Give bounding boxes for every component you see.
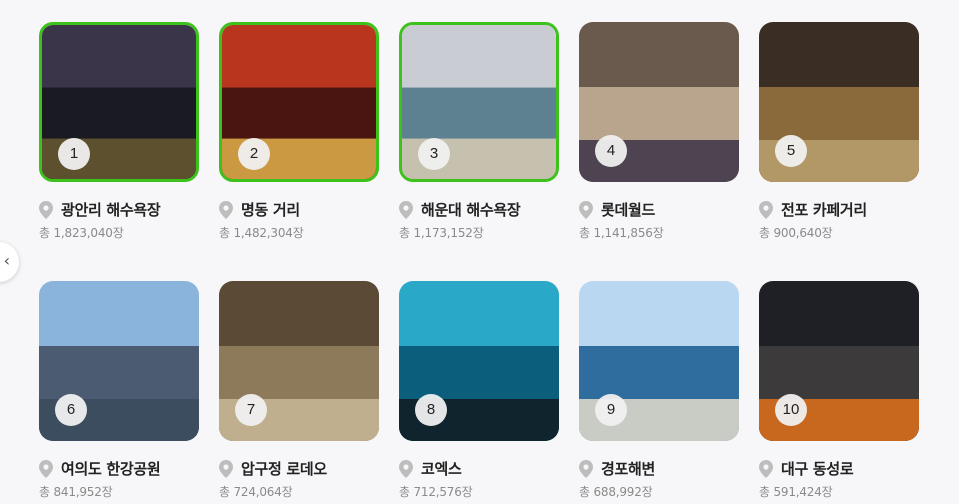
chevron-left-icon: ‹ bbox=[3, 251, 10, 270]
place-thumbnail[interactable]: 4 bbox=[579, 22, 739, 182]
photo-count: 총 1,141,856장 bbox=[579, 226, 664, 240]
place-thumbnail[interactable]: 5 bbox=[759, 22, 919, 182]
rank-badge: 7 bbox=[235, 394, 267, 426]
place-title-row[interactable]: 경포해변 bbox=[579, 458, 655, 479]
place-thumbnail[interactable]: 8 bbox=[399, 281, 559, 441]
rank-badge: 3 bbox=[418, 138, 450, 170]
location-pin-icon bbox=[39, 459, 53, 478]
place-name: 명동 거리 bbox=[241, 201, 300, 219]
place-name: 롯데월드 bbox=[601, 201, 656, 219]
place-name: 전포 카페거리 bbox=[781, 201, 867, 219]
location-pin-icon bbox=[579, 459, 593, 478]
place-title-row[interactable]: 코엑스 bbox=[399, 458, 462, 479]
place-thumbnail[interactable]: 7 bbox=[219, 281, 379, 441]
photo-count: 총 591,424장 bbox=[759, 485, 833, 499]
place-thumbnail[interactable]: 2 bbox=[219, 22, 379, 182]
location-pin-icon bbox=[759, 459, 773, 478]
location-pin-icon bbox=[399, 459, 413, 478]
photo-count: 총 688,992장 bbox=[579, 485, 653, 499]
place-title-row[interactable]: 여의도 한강공원 bbox=[39, 458, 161, 479]
photo-count: 총 1,173,152장 bbox=[399, 226, 484, 240]
photo-count: 총 712,576장 bbox=[399, 485, 473, 499]
place-thumbnail[interactable]: 10 bbox=[759, 281, 919, 441]
rank-badge: 5 bbox=[775, 135, 807, 167]
place-thumbnail[interactable]: 1 bbox=[39, 22, 199, 182]
place-title-row[interactable]: 전포 카페거리 bbox=[759, 199, 867, 220]
place-title-row[interactable]: 롯데월드 bbox=[579, 199, 655, 220]
rank-badge: 10 bbox=[775, 394, 807, 426]
rank-badge: 6 bbox=[55, 394, 87, 426]
location-pin-icon bbox=[399, 200, 413, 219]
place-title-row[interactable]: 압구정 로데오 bbox=[219, 458, 327, 479]
rank-badge: 4 bbox=[595, 135, 627, 167]
rank-badge: 2 bbox=[238, 138, 270, 170]
rank-badge: 1 bbox=[58, 138, 90, 170]
location-pin-icon bbox=[219, 200, 233, 219]
photo-count: 총 724,064장 bbox=[219, 485, 293, 499]
place-title-row[interactable]: 해운대 해수욕장 bbox=[399, 199, 521, 220]
photo-count: 총 1,482,304장 bbox=[219, 226, 304, 240]
location-pin-icon bbox=[219, 459, 233, 478]
carousel-prev-button[interactable]: ‹ bbox=[0, 242, 19, 282]
photo-count: 총 841,952장 bbox=[39, 485, 113, 499]
rank-badge: 9 bbox=[595, 394, 627, 426]
photo-count: 총 1,823,040장 bbox=[39, 226, 124, 240]
place-name: 압구정 로데오 bbox=[241, 460, 327, 478]
place-thumbnail[interactable]: 3 bbox=[399, 22, 559, 182]
location-pin-icon bbox=[579, 200, 593, 219]
place-name: 여의도 한강공원 bbox=[61, 460, 161, 478]
location-pin-icon bbox=[759, 200, 773, 219]
place-thumbnail[interactable]: 6 bbox=[39, 281, 199, 441]
place-name: 해운대 해수욕장 bbox=[421, 201, 521, 219]
place-name: 코엑스 bbox=[421, 460, 462, 478]
place-name: 대구 동성로 bbox=[781, 460, 854, 478]
place-thumbnail[interactable]: 9 bbox=[579, 281, 739, 441]
place-name: 광안리 해수욕장 bbox=[61, 201, 161, 219]
location-pin-icon bbox=[39, 200, 53, 219]
rank-badge: 8 bbox=[415, 394, 447, 426]
place-title-row[interactable]: 명동 거리 bbox=[219, 199, 300, 220]
place-title-row[interactable]: 대구 동성로 bbox=[759, 458, 854, 479]
place-name: 경포해변 bbox=[601, 460, 656, 478]
photo-count: 총 900,640장 bbox=[759, 226, 833, 240]
place-title-row[interactable]: 광안리 해수욕장 bbox=[39, 199, 161, 220]
